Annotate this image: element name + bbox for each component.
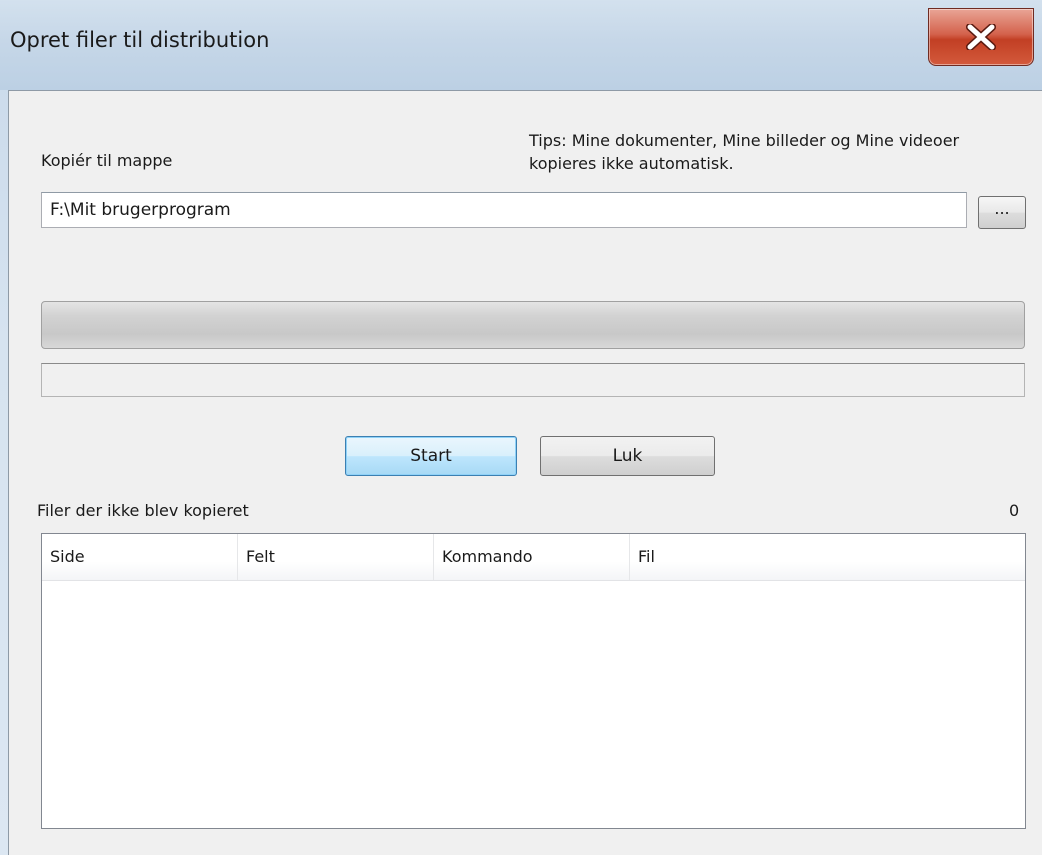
copy-progress-bar (41, 301, 1025, 349)
dialog-client-area: Kopiér til mappe Tips: Mine dokumenter, … (8, 90, 1042, 855)
close-window-button[interactable] (928, 8, 1034, 66)
column-header-felt[interactable]: Felt (238, 534, 434, 580)
column-header-fil[interactable]: Fil (630, 534, 1025, 580)
column-header-kommando[interactable]: Kommando (434, 534, 630, 580)
list-header: Side Felt Kommando Fil (42, 534, 1025, 581)
tips-text: Tips: Mine dokumenter, Mine billeder og … (529, 131, 960, 173)
copy-to-folder-label: Kopiér til mappe (41, 151, 173, 170)
close-icon (966, 24, 996, 50)
title-bar[interactable]: Opret filer til distribution (0, 0, 1042, 90)
close-button[interactable]: Luk (540, 436, 715, 476)
column-header-side[interactable]: Side (42, 534, 238, 580)
failed-files-count: 0 (1009, 501, 1020, 520)
failed-files-list[interactable]: Side Felt Kommando Fil (41, 533, 1026, 829)
start-button[interactable]: Start (345, 436, 517, 476)
browse-button[interactable]: ... (978, 196, 1026, 229)
list-body[interactable] (42, 581, 1025, 828)
destination-folder-input[interactable] (41, 192, 967, 228)
failed-files-label: Filer der ikke blev kopieret (37, 501, 249, 520)
status-text-box (41, 363, 1025, 397)
window-title: Opret filer til distribution (10, 28, 270, 52)
dialog-window: Opret filer til distribution Kopiér til … (0, 0, 1042, 855)
